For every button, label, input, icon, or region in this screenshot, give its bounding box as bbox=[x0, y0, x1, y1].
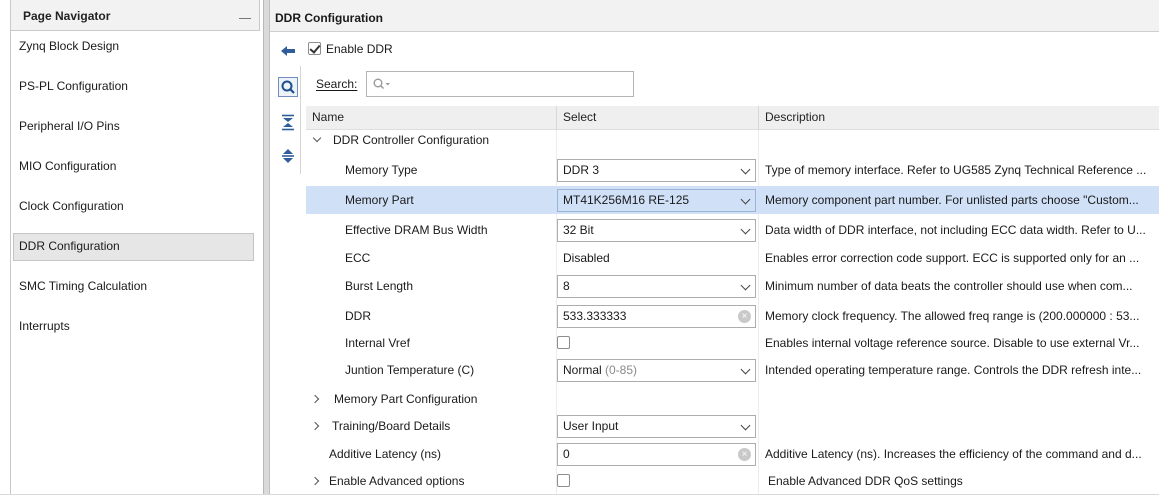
select-value-hint: (0-85) bbox=[605, 363, 638, 377]
group-row-training-board: Training/Board Details User Input bbox=[306, 412, 1159, 440]
row-name: Memory Part Configuration bbox=[334, 392, 478, 406]
chevron-right-icon[interactable] bbox=[310, 421, 320, 431]
table-row-temperature: Juntion Temperature (C) Normal (0-85) In… bbox=[306, 356, 1159, 384]
row-name: Effective DRAM Bus Width bbox=[345, 223, 488, 237]
memory-type-select[interactable]: DDR 3 bbox=[557, 159, 756, 182]
row-description: Additive Latency (ns). Increases the eff… bbox=[765, 447, 1142, 461]
select-value: 8 bbox=[563, 279, 570, 293]
bus-width-select[interactable]: 32 Bit bbox=[557, 219, 756, 242]
search-icon[interactable] bbox=[278, 77, 298, 97]
select-value: MT41K256M16 RE-125 bbox=[563, 193, 690, 207]
minimize-icon[interactable] bbox=[239, 13, 251, 19]
search-input[interactable] bbox=[366, 71, 634, 97]
clear-icon[interactable]: × bbox=[738, 310, 751, 323]
select-value: DDR 3 bbox=[563, 163, 600, 177]
table-row-advanced-options: Enable Advanced options Enable Advanced … bbox=[306, 467, 1159, 495]
chevron-right-icon[interactable] bbox=[310, 394, 320, 404]
table-row-internal-vref: Internal Vref Enables internal voltage r… bbox=[306, 329, 1159, 357]
row-name: ECC bbox=[345, 251, 371, 265]
row-name: Memory Type bbox=[345, 163, 418, 177]
select-value: Normal bbox=[563, 363, 602, 377]
additive-latency-input[interactable]: 0 × bbox=[557, 443, 756, 466]
advanced-options-checkbox[interactable] bbox=[557, 474, 570, 487]
chevron-down-icon bbox=[740, 280, 751, 291]
row-description: Enables error correction code support. E… bbox=[765, 251, 1140, 265]
search-field-icon bbox=[373, 78, 390, 90]
input-value: 533.333333 bbox=[563, 309, 627, 323]
row-name: Training/Board Details bbox=[332, 419, 451, 433]
row-name: Memory Part bbox=[345, 193, 414, 207]
row-description: Memory component part number. For unlist… bbox=[765, 193, 1139, 207]
row-name: Burst Length bbox=[345, 279, 414, 293]
table-row-burst-length: Burst Length 8 Minimum number of data be… bbox=[306, 272, 1159, 300]
select-value: 32 Bit bbox=[563, 223, 594, 237]
ecc-value: Disabled bbox=[563, 251, 610, 265]
input-value: 0 bbox=[563, 447, 570, 461]
table-row-memory-type: Memory Type DDR 3 Type of memory interfa… bbox=[306, 156, 1159, 184]
table-row-bus-width: Effective DRAM Bus Width 32 Bit Data wid… bbox=[306, 216, 1159, 244]
row-description: Type of memory interface. Refer to UG585… bbox=[765, 163, 1147, 177]
chevron-down-icon bbox=[740, 224, 751, 235]
row-description: Minimum number of data beats the control… bbox=[765, 279, 1133, 293]
table-row-ecc: ECC Disabled Enables error correction co… bbox=[306, 244, 1159, 272]
collapse-all-icon[interactable] bbox=[278, 112, 298, 132]
internal-vref-checkbox[interactable] bbox=[557, 336, 570, 349]
group-row-ddr-controller[interactable]: DDR Controller Configuration bbox=[306, 128, 1159, 152]
row-description: Data width of DDR interface, not includi… bbox=[765, 223, 1146, 237]
column-header-select[interactable]: Select bbox=[556, 106, 758, 130]
expand-all-icon[interactable] bbox=[278, 146, 298, 166]
table-row-memory-part: Memory Part MT41K256M16 RE-125 Memory co… bbox=[306, 186, 1159, 214]
nav-item-peripheral-io-pins[interactable]: Peripheral I/O Pins bbox=[13, 113, 254, 141]
row-description: Memory clock frequency. The allowed freq… bbox=[765, 309, 1140, 323]
ddr-configuration-panel: DDR Configuration Enable DDR Search: Nam… bbox=[269, 0, 1159, 494]
search-label: Search: bbox=[316, 77, 358, 91]
nav-item-interrupts[interactable]: Interrupts bbox=[13, 313, 254, 341]
navigator-header: Page Navigator bbox=[10, 0, 260, 31]
page-navigator: Page Navigator Zynq Block Design PS-PL C… bbox=[0, 0, 264, 494]
ddr-frequency-input[interactable]: 533.333333 × bbox=[557, 305, 756, 328]
chevron-down-icon[interactable] bbox=[312, 133, 322, 143]
table-row-ddr-frequency: DDR 533.333333 × Memory clock frequency.… bbox=[306, 302, 1159, 330]
row-name: Internal Vref bbox=[345, 336, 410, 350]
panel-title-bar: DDR Configuration bbox=[270, 0, 1159, 32]
nav-item-ddr-configuration[interactable]: DDR Configuration bbox=[13, 233, 254, 261]
row-description: Enables internal voltage reference sourc… bbox=[765, 336, 1140, 350]
training-select[interactable]: User Input bbox=[557, 415, 756, 438]
enable-ddr-checkbox[interactable] bbox=[308, 42, 321, 55]
navigator-divider bbox=[10, 31, 11, 494]
navigator-title: Page Navigator bbox=[23, 9, 111, 23]
row-name: DDR bbox=[345, 309, 371, 323]
back-arrow-icon[interactable] bbox=[278, 41, 298, 61]
chevron-down-icon bbox=[740, 420, 751, 431]
clear-icon[interactable]: × bbox=[738, 448, 751, 461]
select-value: User Input bbox=[563, 419, 619, 433]
temperature-select[interactable]: Normal (0-85) bbox=[557, 359, 756, 382]
chevron-right-icon[interactable] bbox=[310, 476, 320, 486]
nav-item-mio-configuration[interactable]: MIO Configuration bbox=[13, 153, 254, 181]
enable-ddr-label: Enable DDR bbox=[326, 42, 393, 56]
column-header-name[interactable]: Name bbox=[306, 106, 556, 130]
table-row-additive-latency: Additive Latency (ns) 0 × Additive Laten… bbox=[306, 440, 1159, 468]
nav-item-ps-pl-configuration[interactable]: PS-PL Configuration bbox=[13, 73, 254, 101]
column-header-description[interactable]: Description bbox=[758, 106, 1159, 130]
row-name: Additive Latency (ns) bbox=[329, 447, 442, 461]
toolbar-separator bbox=[300, 66, 301, 174]
row-name: Enable Advanced options bbox=[329, 474, 465, 488]
chevron-down-icon bbox=[740, 194, 751, 205]
table-header: Name Select Description bbox=[306, 106, 1159, 130]
chevron-down-icon bbox=[740, 164, 751, 175]
row-description: Intended operating temperature range. Co… bbox=[765, 363, 1142, 377]
nav-item-zynq-block-design[interactable]: Zynq Block Design bbox=[13, 33, 254, 61]
group-row-memory-part-configuration[interactable]: Memory Part Configuration bbox=[306, 385, 1159, 413]
nav-item-smc-timing-calculation[interactable]: SMC Timing Calculation bbox=[13, 273, 254, 301]
page-title: DDR Configuration bbox=[275, 11, 383, 25]
chevron-down-icon bbox=[740, 364, 751, 375]
ddr-settings-table: Name Select Description DDR Controller C… bbox=[306, 106, 1159, 494]
memory-part-select[interactable]: MT41K256M16 RE-125 bbox=[557, 189, 756, 212]
row-name: Juntion Temperature (C) bbox=[345, 363, 475, 377]
nav-item-clock-configuration[interactable]: Clock Configuration bbox=[13, 193, 254, 221]
group-label: DDR Controller Configuration bbox=[333, 133, 490, 147]
burst-length-select[interactable]: 8 bbox=[557, 275, 756, 298]
row-description: Enable Advanced DDR QoS settings bbox=[768, 474, 963, 488]
